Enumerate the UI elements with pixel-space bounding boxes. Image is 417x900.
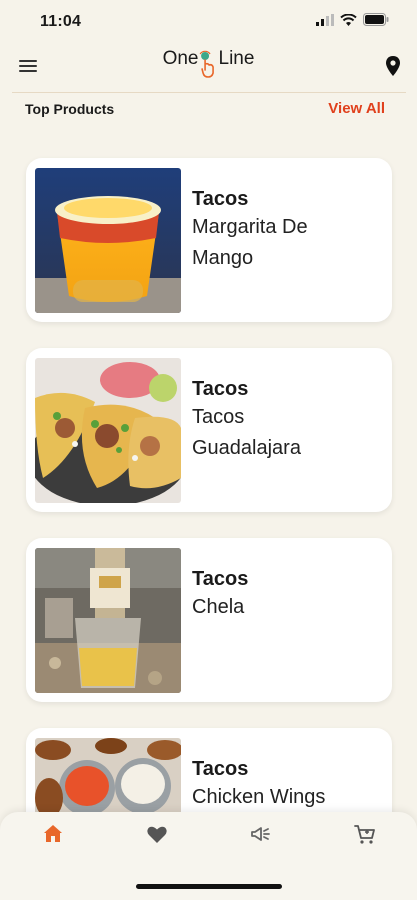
wifi-icon <box>340 13 357 31</box>
app-logo: One Line <box>162 48 255 86</box>
product-name: Chela <box>192 596 245 618</box>
product-name: Margarita De Mango <box>192 216 308 269</box>
product-card[interactable]: Tacos Chela <box>26 538 392 702</box>
product-card[interactable]: Tacos Margarita De Mango <box>26 158 392 322</box>
home-icon[interactable] <box>41 822 65 846</box>
heart-icon[interactable] <box>145 822 169 846</box>
view-all-link[interactable]: View All <box>328 100 385 117</box>
home-indicator <box>136 884 282 889</box>
product-info: Tacos Tacos Guadalajara <box>181 358 352 512</box>
tacos-photo <box>35 358 181 503</box>
location-pin-icon[interactable] <box>385 55 401 81</box>
product-info: Tacos Chela <box>181 548 352 702</box>
beer-photo <box>35 548 181 693</box>
product-list: Tacos Margarita De Mango Tacos Tacos Gua… <box>26 158 392 900</box>
megaphone-icon[interactable] <box>249 822 273 846</box>
product-info: Tacos Margarita De Mango <box>181 168 352 322</box>
header-divider <box>12 92 406 93</box>
cart-icon[interactable] <box>353 822 377 846</box>
signal-icon <box>316 13 334 31</box>
product-name: Tacos Guadalajara <box>192 406 301 459</box>
logo-text-one: One <box>162 48 199 69</box>
battery-icon <box>363 13 389 31</box>
product-category: Tacos <box>192 188 249 210</box>
menu-icon[interactable] <box>18 58 38 79</box>
product-card[interactable]: Tacos Tacos Guadalajara <box>26 348 392 512</box>
status-icons <box>316 13 389 31</box>
product-category: Tacos <box>192 758 249 780</box>
section-title: Top Products <box>25 100 115 117</box>
mango-margarita-photo <box>35 168 181 313</box>
status-time: 11:04 <box>40 13 82 30</box>
section-header: Top Products View All <box>25 100 385 117</box>
tap-hand-icon <box>200 48 218 86</box>
app-header: One Line <box>0 44 417 92</box>
status-bar: 11:04 <box>0 0 417 44</box>
product-category: Tacos <box>192 378 249 400</box>
product-category: Tacos <box>192 568 249 590</box>
product-name: Chicken Wings <box>192 786 326 808</box>
logo-text-line: Line <box>218 48 255 69</box>
